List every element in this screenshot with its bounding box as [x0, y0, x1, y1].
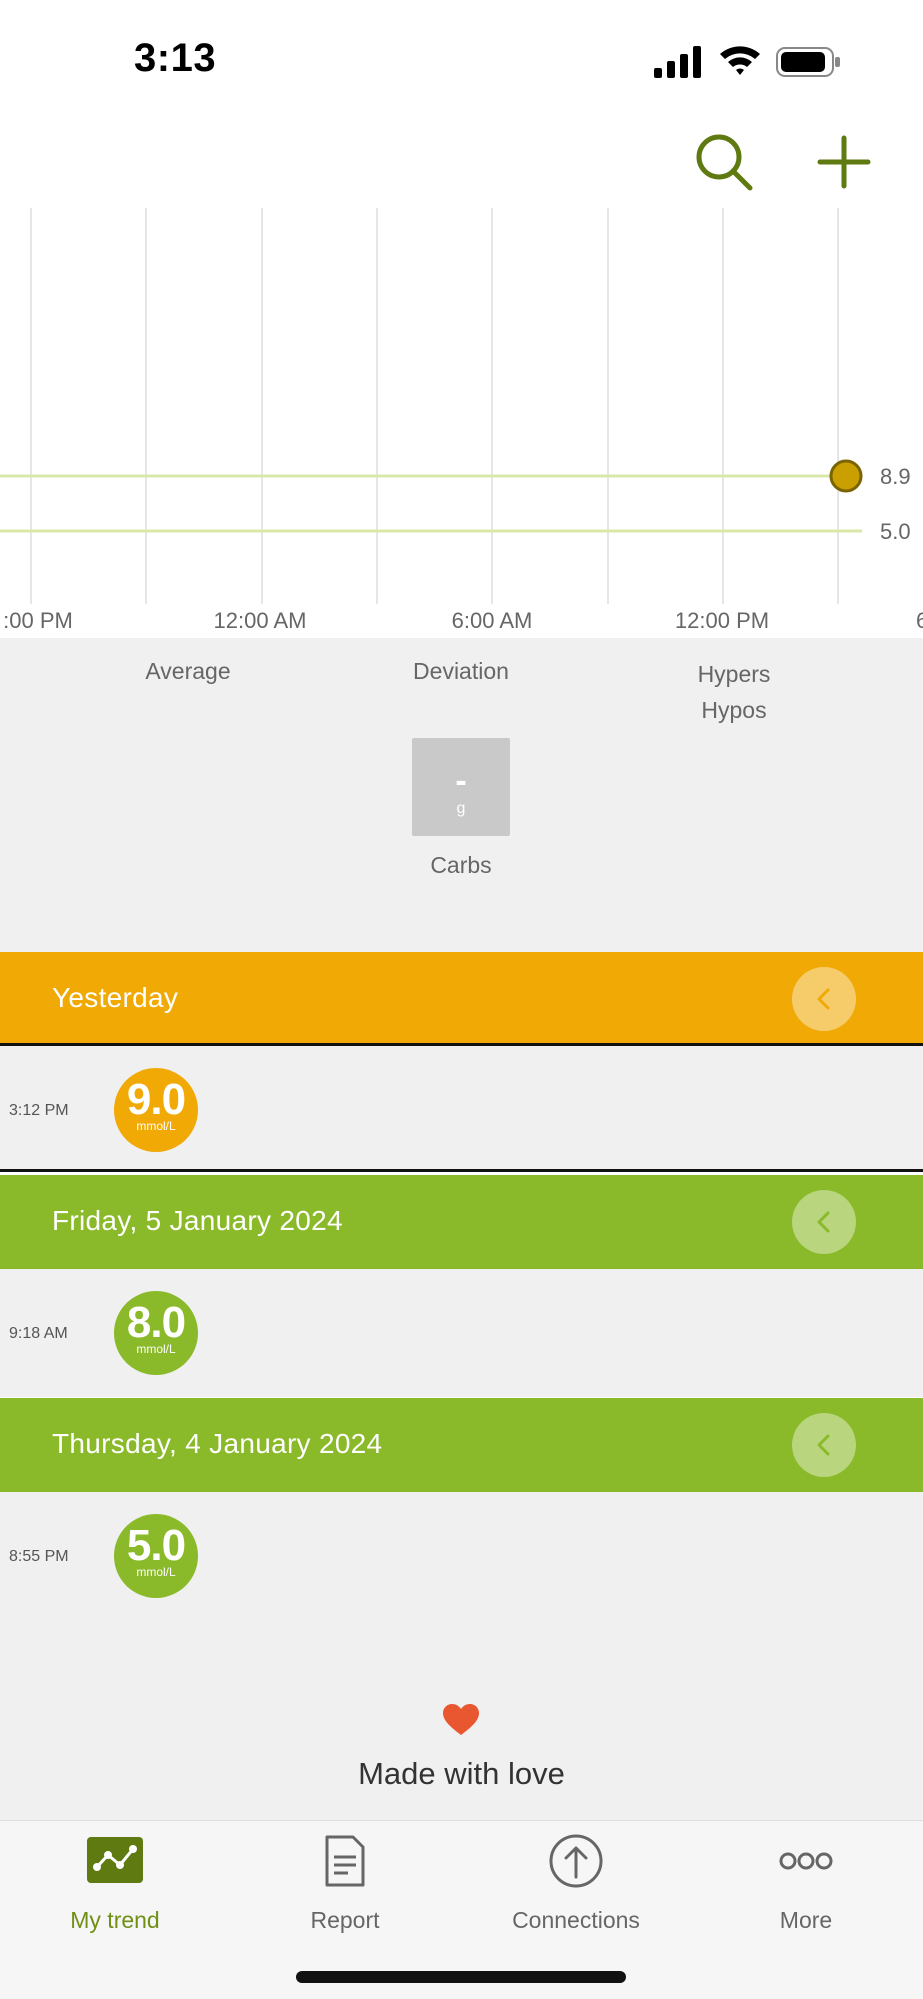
upload-icon	[549, 1834, 603, 1888]
stats-panel: Average Deviation Hypers Hypos - g Carbs	[0, 638, 923, 952]
reading-value: 8.0	[126, 1298, 186, 1347]
status-bar: 3:13	[0, 0, 923, 120]
carbs-label: Carbs	[430, 852, 492, 878]
plus-icon[interactable]	[812, 130, 876, 194]
tab-connections[interactable]: Connections	[461, 1821, 691, 1951]
collapse-button[interactable]	[792, 967, 856, 1031]
chart-svg: 8.9 5.0 :00 PM 12:00 AM 6:00 AM 12:00 PM 6	[0, 208, 923, 633]
data-point	[829, 459, 863, 493]
carbs-value: -	[455, 762, 467, 800]
chevron-left-icon	[817, 1434, 830, 1456]
carbs-unit: g	[456, 800, 466, 817]
reading-badge: 8.0 mmol/L	[114, 1291, 198, 1375]
report-icon	[325, 1835, 365, 1887]
day-header-yesterday[interactable]: Yesterday	[0, 952, 923, 1046]
search-icon[interactable]	[692, 130, 756, 194]
cellular-signal-icon	[654, 46, 701, 78]
glucose-trend-chart[interactable]: 8.9 5.0 :00 PM 12:00 AM 6:00 AM 12:00 PM 6	[0, 208, 923, 638]
reading-value: 9.0	[126, 1075, 186, 1124]
reading-time: 8:55 PM	[9, 1548, 69, 1565]
reading-value: 5.0	[126, 1521, 186, 1570]
reference-label: 8.9	[880, 464, 911, 489]
x-tick-label: 6	[916, 608, 923, 633]
average-label: Average	[145, 658, 231, 684]
x-tick-label: 12:00 PM	[675, 608, 769, 633]
collapse-button[interactable]	[792, 1413, 856, 1477]
tab-label: My trend	[70, 1907, 160, 1933]
chevron-left-icon	[817, 988, 830, 1010]
hypers-hypos-label: Hypers Hypos	[664, 656, 804, 728]
more-icon	[779, 1852, 833, 1870]
day-header-thursday[interactable]: Thursday, 4 January 2024	[0, 1398, 923, 1492]
tab-more[interactable]: More	[691, 1821, 921, 1951]
x-tick-label: :00 PM	[3, 608, 73, 633]
trend-icon	[87, 1837, 143, 1883]
reading-badge: 5.0 mmol/L	[114, 1514, 198, 1598]
deviation-label: Deviation	[413, 658, 509, 684]
made-with-love-text: Made with love	[358, 1756, 565, 1791]
home-indicator	[296, 1971, 626, 1983]
tab-report[interactable]: Report	[230, 1821, 460, 1951]
reading-row[interactable]: 8:55 PM 5.0 mmol/L	[0, 1492, 923, 1620]
reading-time: 9:18 AM	[9, 1325, 68, 1342]
status-time: 3:13	[134, 36, 217, 80]
reading-badge: 9.0 mmol/L	[114, 1068, 198, 1152]
day-title: Friday, 5 January 2024	[52, 1205, 343, 1236]
tab-label: More	[779, 1907, 833, 1933]
reference-label: 5.0	[880, 519, 911, 544]
battery-icon	[776, 47, 840, 77]
tab-label: Connections	[512, 1907, 640, 1933]
chevron-left-icon	[817, 1211, 830, 1233]
wifi-icon	[720, 46, 760, 75]
hypers-label: Hypers	[697, 661, 771, 687]
footer: Made with love	[0, 1620, 923, 1820]
day-title: Thursday, 4 January 2024	[52, 1428, 383, 1459]
collapse-button[interactable]	[792, 1190, 856, 1254]
x-tick-label: 12:00 AM	[214, 608, 307, 633]
reading-time: 3:12 PM	[9, 1102, 69, 1119]
tab-my-trend[interactable]: My trend	[0, 1821, 230, 1951]
reading-row[interactable]: 9:18 AM 8.0 mmol/L	[0, 1269, 923, 1397]
carbs-box: - g	[412, 738, 510, 836]
x-tick-label: 6:00 AM	[452, 608, 533, 633]
reading-row[interactable]: 3:12 PM 9.0 mmol/L	[0, 1046, 923, 1172]
hypos-label: Hypos	[701, 697, 767, 723]
heart-icon	[443, 1704, 479, 1735]
day-header-friday[interactable]: Friday, 5 January 2024	[0, 1175, 923, 1269]
day-title: Yesterday	[52, 982, 179, 1013]
tab-label: Report	[310, 1907, 380, 1933]
